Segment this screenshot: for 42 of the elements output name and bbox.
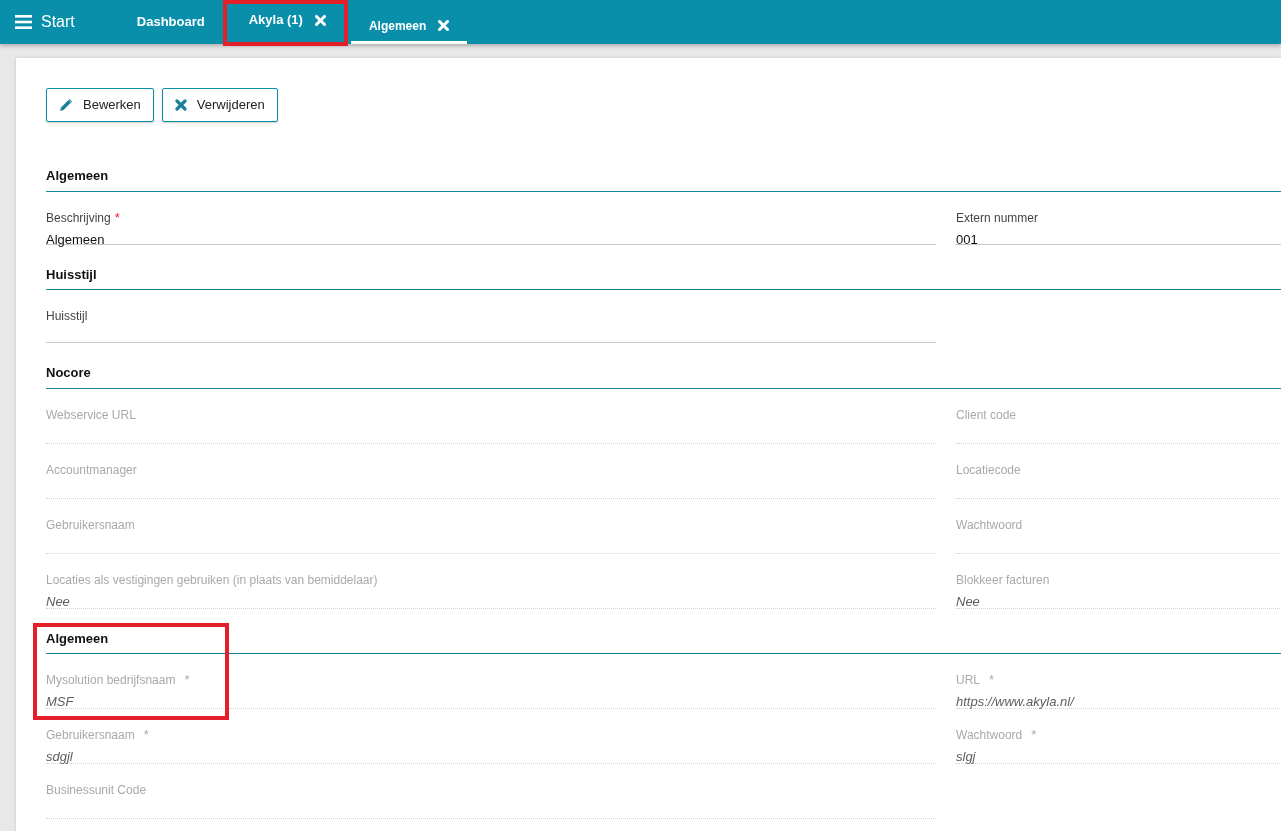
field-value: Nee bbox=[46, 593, 70, 609]
field-label: Locatiecode bbox=[956, 461, 1021, 479]
section-title: Algemeen bbox=[46, 630, 1281, 655]
delete-button[interactable]: Verwijderen bbox=[161, 88, 278, 122]
field-value: https://www.akyla.nl/ bbox=[956, 694, 1074, 710]
field-value: Nee bbox=[956, 593, 980, 609]
required-mark: * bbox=[114, 208, 120, 227]
field-label: Client code bbox=[956, 406, 1017, 424]
field-value: Algemeen bbox=[46, 231, 105, 247]
section-title: Algemeen bbox=[46, 168, 1281, 192]
required-mark: * bbox=[143, 726, 149, 745]
field-value: 001 bbox=[956, 231, 978, 247]
field-value: sdgjl bbox=[46, 749, 73, 765]
field-label: Accountmanager bbox=[46, 461, 137, 479]
menu-button[interactable]: Start bbox=[0, 0, 75, 44]
section-title: Huisstijl bbox=[46, 266, 1281, 291]
tab[interactable]: Dashboard bbox=[118, 0, 223, 44]
edit-button[interactable]: Bewerken bbox=[46, 88, 154, 122]
field-label: Blokkeer facturen bbox=[956, 571, 1050, 589]
field-label: Businessunit Code bbox=[46, 782, 147, 800]
tab[interactable]: Akyla (1) bbox=[222, 0, 348, 46]
field-label: Wachtwoord bbox=[956, 727, 1023, 745]
menu-icon bbox=[15, 15, 32, 29]
field-label: Huisstijl bbox=[46, 308, 88, 326]
x-icon bbox=[174, 99, 187, 111]
field-label: Mysolution bedrijfsnaam bbox=[46, 672, 176, 690]
field-label: Beschrijving bbox=[46, 209, 111, 227]
field-label: Webservice URL bbox=[46, 406, 136, 424]
field-value: slgj bbox=[956, 749, 976, 765]
field-label: Gebruikersnaam bbox=[46, 516, 135, 534]
field-label: Extern nummer bbox=[956, 209, 1039, 227]
pencil-icon bbox=[59, 98, 73, 112]
field-label: Locaties als vestigingen gebruiken (in plaats van bemiddelaar) bbox=[46, 571, 378, 589]
section-title: Nocore bbox=[46, 365, 1281, 389]
required-mark: * bbox=[184, 671, 190, 690]
field-value: MSF bbox=[46, 694, 74, 710]
required-mark: * bbox=[1031, 726, 1037, 745]
required-mark: * bbox=[989, 671, 995, 690]
field-label: URL bbox=[956, 672, 980, 690]
field-label: Gebruikersnaam bbox=[46, 727, 135, 745]
tab[interactable]: Algemeen bbox=[350, 0, 468, 44]
field-label: Wachtwoord bbox=[956, 516, 1023, 534]
